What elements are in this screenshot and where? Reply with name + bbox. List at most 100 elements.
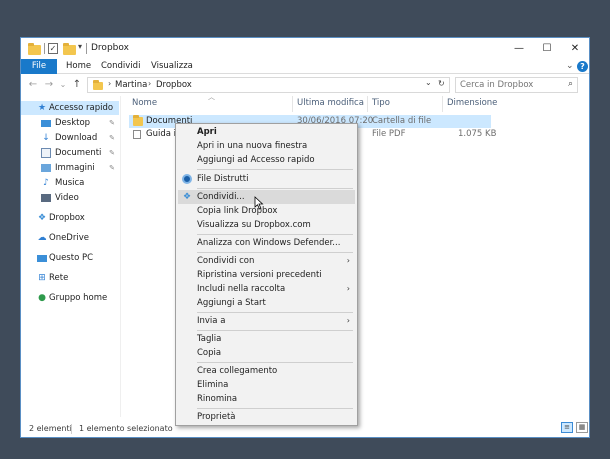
back-button[interactable]: ←: [27, 78, 39, 92]
breadcrumb-separator[interactable]: ›: [148, 79, 151, 88]
navigation-bar: ← → ⌄ ↑ › Martina › Dropbox ⌄ ↻ ⌕: [21, 75, 589, 95]
computer-icon: [37, 255, 47, 262]
sidebar-item-download[interactable]: ↓ Download ✎: [21, 131, 119, 145]
properties-quick-icon[interactable]: ✓: [48, 43, 58, 54]
ribbon-expand-icon[interactable]: ⌄: [566, 61, 574, 73]
sidebar-item-label: Immagini: [55, 163, 95, 173]
new-folder-quick-icon[interactable]: [63, 43, 76, 55]
sidebar-item-onedrive[interactable]: ☁ OneDrive: [21, 231, 119, 245]
quick-access-dropdown-icon[interactable]: ▾: [78, 42, 82, 51]
sidebar-item-dropbox[interactable]: ❖ Dropbox: [21, 211, 119, 225]
menu-item-delete[interactable]: Elimina: [178, 378, 355, 392]
breadcrumb-separator[interactable]: ›: [108, 79, 111, 88]
menu-item-label: Visualizza su Dropbox.com: [197, 220, 311, 230]
menu-item-open-new-window[interactable]: Apri in una nuova finestra: [178, 139, 355, 153]
menu-separator: [197, 362, 353, 363]
quick-access-separator: [44, 43, 45, 54]
sidebar-item-desktop[interactable]: Desktop ✎: [21, 116, 119, 130]
sidebar-item-homegroup[interactable]: ● Gruppo home: [21, 291, 119, 305]
sidebar-item-label: Accesso rapido: [49, 103, 114, 113]
menu-item-share-with[interactable]: Condividi con ›: [178, 254, 355, 268]
column-headers: ︿ Nome Ultima modifica Tipo Dimensione: [129, 93, 589, 112]
forward-button[interactable]: →: [43, 78, 55, 92]
sidebar-item-quick-access[interactable]: ★ Accesso rapido: [21, 101, 119, 115]
column-divider[interactable]: [367, 96, 368, 112]
status-separator: [71, 424, 72, 434]
up-button[interactable]: ↑: [71, 78, 83, 92]
pictures-icon: [41, 164, 51, 172]
column-header-size[interactable]: Dimensione: [447, 98, 497, 108]
breadcrumb-dropbox[interactable]: Dropbox: [156, 80, 192, 90]
folder-icon: [133, 115, 143, 126]
download-icon: ↓: [42, 133, 50, 143]
sidebar-item-label: Gruppo home: [49, 293, 108, 303]
menu-separator: [197, 169, 353, 170]
navigation-pane: ★ Accesso rapido Desktop ✎ ↓ Download ✎ …: [21, 96, 121, 417]
title-bar: ✓ ▾ Dropbox — ☐ ✕: [21, 38, 589, 59]
maximize-button[interactable]: ☐: [533, 38, 561, 59]
menu-item-cut[interactable]: Taglia: [178, 332, 355, 346]
sidebar-item-label: Download: [55, 133, 98, 143]
menu-item-windows-defender[interactable]: Analizza con Windows Defender...: [178, 236, 355, 250]
help-icon[interactable]: ?: [577, 61, 588, 72]
star-icon: ★: [37, 103, 47, 113]
refresh-icon[interactable]: ↻: [438, 79, 445, 88]
menu-item-create-shortcut[interactable]: Crea collegamento: [178, 364, 355, 378]
submenu-arrow-icon: ›: [346, 284, 350, 293]
homegroup-icon: ●: [38, 293, 46, 303]
menu-item-copy[interactable]: Copia: [178, 346, 355, 360]
sidebar-item-music[interactable]: ♪ Musica: [21, 176, 119, 190]
music-icon: ♪: [43, 178, 49, 188]
menu-item-dropbox-share[interactable]: ❖ Condividi...: [178, 190, 355, 204]
sidebar-item-network[interactable]: ⊞ Rete: [21, 271, 119, 285]
search-box[interactable]: ⌕: [455, 77, 578, 93]
pin-icon: ✎: [109, 119, 115, 127]
sidebar-item-label: Rete: [49, 273, 69, 283]
menu-item-rename[interactable]: Rinomina: [178, 392, 355, 406]
file-type: File PDF: [372, 129, 406, 139]
sidebar-item-label: Dropbox: [49, 213, 85, 223]
menu-item-label: Rinomina: [197, 394, 238, 404]
recent-locations-button[interactable]: ⌄: [57, 78, 69, 92]
minimize-button[interactable]: —: [505, 38, 533, 59]
close-button[interactable]: ✕: [561, 38, 589, 59]
sidebar-item-this-pc[interactable]: Questo PC: [21, 251, 119, 265]
menu-item-file-shredder[interactable]: File Distrutti: [178, 172, 355, 186]
sidebar-item-video[interactable]: Video: [21, 191, 119, 205]
menu-item-restore-versions[interactable]: Ripristina versioni precedenti: [178, 268, 355, 282]
video-icon: [41, 194, 51, 202]
breadcrumb-martina[interactable]: Martina: [115, 80, 147, 90]
menu-item-label: Aggiungi a Start: [197, 298, 266, 308]
column-header-type[interactable]: Tipo: [372, 98, 390, 108]
menu-item-add-quick-access[interactable]: Aggiungi ad Accesso rapido: [178, 153, 355, 167]
sidebar-item-documents[interactable]: Documenti ✎: [21, 146, 119, 160]
details-view-button[interactable]: ≡: [561, 422, 573, 433]
tab-view[interactable]: Visualizza: [151, 59, 193, 74]
column-header-name[interactable]: Nome: [132, 98, 157, 108]
sidebar-item-label: Musica: [55, 178, 85, 188]
menu-item-view-on-dropbox[interactable]: Visualizza su Dropbox.com: [178, 218, 355, 232]
search-input[interactable]: [456, 78, 556, 92]
menu-item-copy-dropbox-link[interactable]: Copia link Dropbox: [178, 204, 355, 218]
tab-file[interactable]: File: [21, 59, 57, 74]
file-type: Cartella di file: [372, 116, 432, 126]
menu-item-pin-to-start[interactable]: Aggiungi a Start: [178, 296, 355, 310]
address-dropdown-icon[interactable]: ⌄: [425, 78, 432, 87]
address-folder-icon: [93, 80, 103, 90]
menu-item-send-to[interactable]: Invia a ›: [178, 314, 355, 328]
column-divider[interactable]: [442, 96, 443, 112]
menu-item-properties[interactable]: Proprietà: [178, 410, 355, 424]
context-menu: Apri Apri in una nuova finestra Aggiungi…: [175, 123, 358, 426]
address-bar[interactable]: › Martina › Dropbox ⌄ ↻: [87, 77, 450, 93]
large-icons-view-button[interactable]: ▦: [576, 422, 588, 433]
menu-item-include-in-library[interactable]: Includi nella raccolta ›: [178, 282, 355, 296]
menu-separator: [197, 312, 353, 313]
tab-share[interactable]: Condividi: [101, 59, 140, 74]
column-divider[interactable]: [292, 96, 293, 112]
tab-home[interactable]: Home: [66, 59, 91, 74]
menu-item-open[interactable]: Apri: [178, 125, 355, 139]
column-header-modified[interactable]: Ultima modifica: [297, 98, 364, 108]
sidebar-item-pictures[interactable]: Immagini ✎: [21, 161, 119, 175]
search-icon[interactable]: ⌕: [568, 79, 573, 89]
dropbox-icon: ❖: [37, 213, 47, 223]
